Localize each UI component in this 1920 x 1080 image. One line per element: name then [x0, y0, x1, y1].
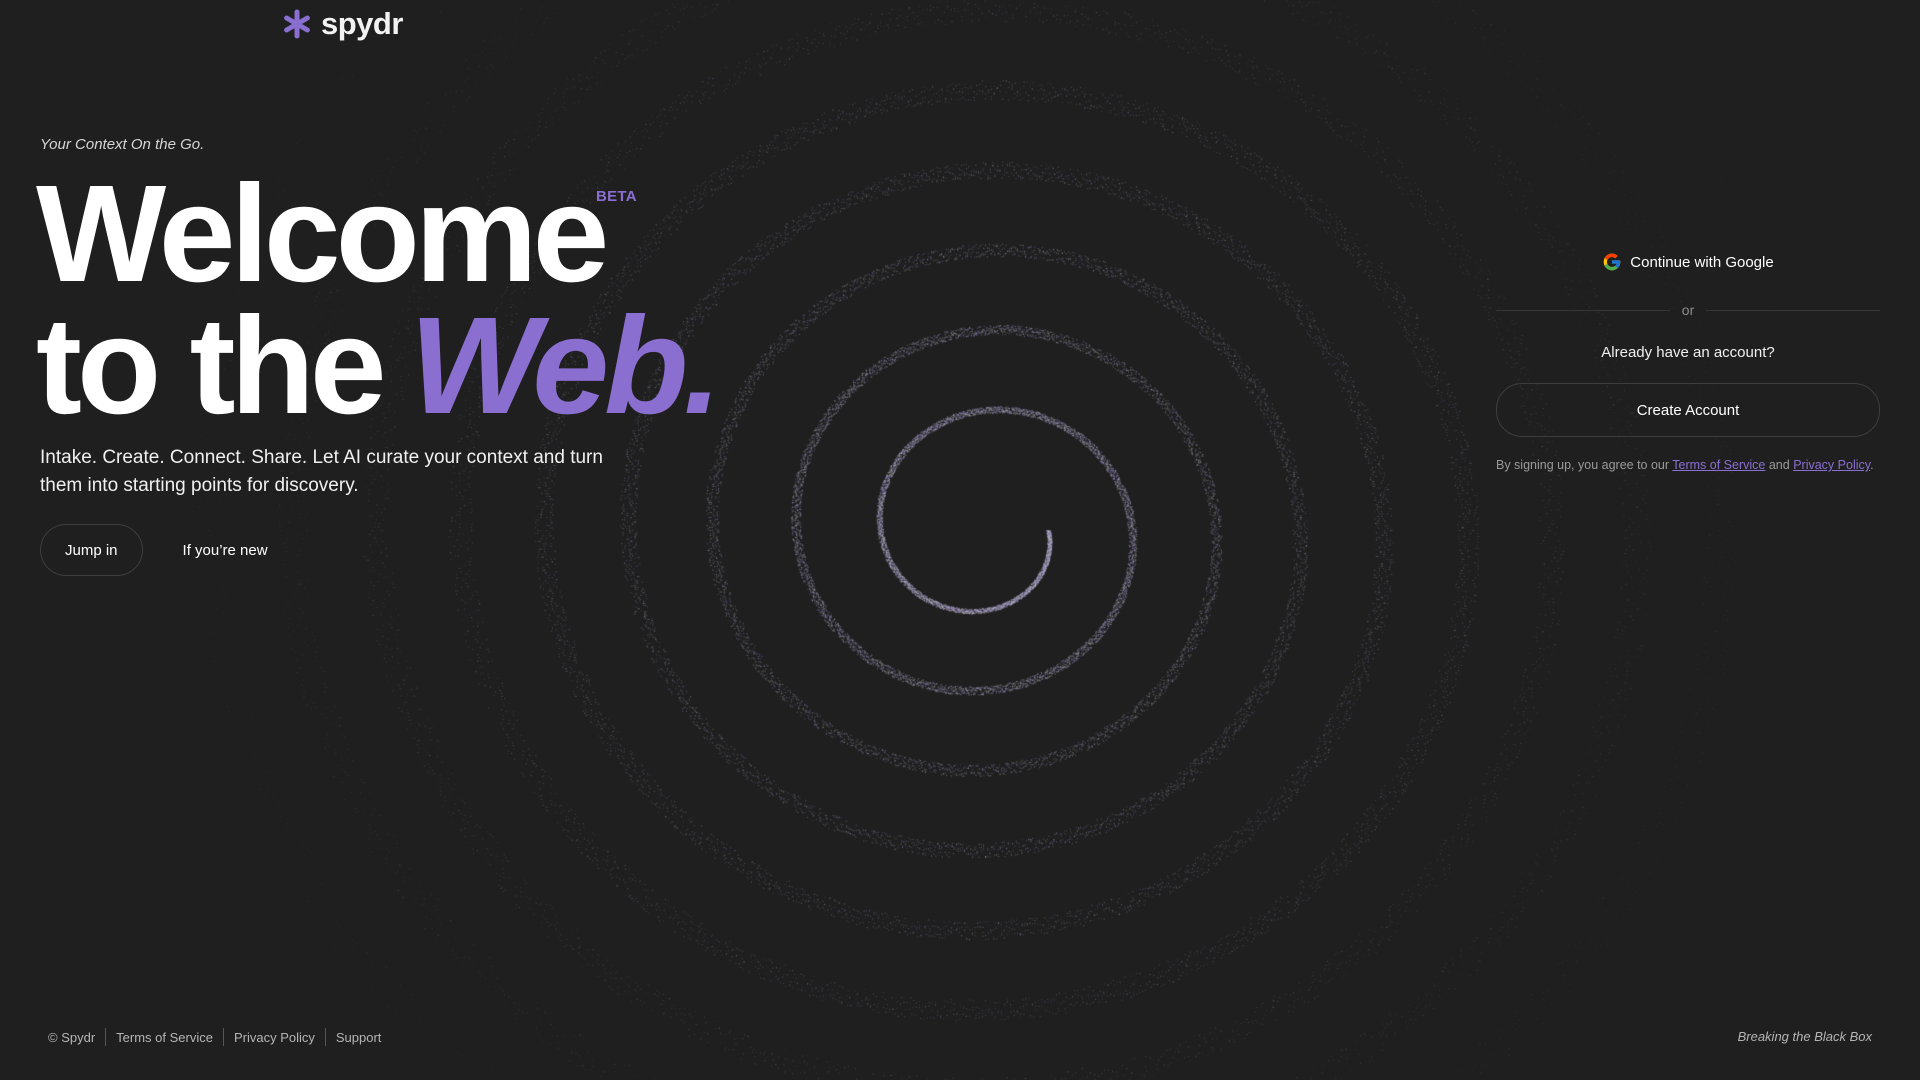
legal-prefix: By signing up, you agree to our	[1496, 458, 1670, 472]
footer-separator	[222, 1028, 224, 1046]
create-account-button[interactable]: Create Account	[1496, 383, 1880, 437]
footer-support-link[interactable]: Support	[336, 1030, 382, 1045]
legal-suffix: .	[1870, 458, 1874, 472]
or-divider: or	[1496, 302, 1881, 318]
footer-separator	[324, 1028, 326, 1046]
footer-copyright: © Spydr	[48, 1029, 96, 1045]
asterisk-logo-icon	[284, 9, 310, 39]
legal-notice: By signing up, you agree to our Terms of…	[1496, 457, 1880, 473]
footer-privacy-link[interactable]: Privacy Policy	[234, 1030, 315, 1045]
have-account-link[interactable]: Already have an account?	[1496, 344, 1880, 361]
footer-slogan: Breaking the Black Box	[1737, 1029, 1872, 1044]
divider-line-left	[1496, 309, 1670, 311]
hero-heading: Welcome to the Web. BETA	[36, 165, 722, 435]
continue-with-google-button[interactable]: Continue with Google	[1496, 240, 1880, 284]
brand-logo[interactable]: spydr	[281, 6, 403, 42]
footer-terms-link[interactable]: Terms of Service	[116, 1030, 213, 1045]
privacy-policy-link[interactable]: Privacy Policy	[1793, 458, 1870, 472]
divider-text: or	[1681, 302, 1695, 318]
jump-in-button[interactable]: Jump in	[40, 524, 143, 576]
hero-accent-word: Web.	[409, 289, 722, 443]
divider-line-right	[1706, 309, 1881, 311]
beta-badge: BETA	[596, 188, 637, 205]
landing-page: spydr Your Context On the Go. Welcome to…	[0, 0, 1920, 1080]
hero-subtitle: Intake. Create. Connect. Share. Let AI c…	[40, 447, 603, 496]
google-button-label: Continue with Google	[1630, 253, 1774, 271]
terms-of-service-link[interactable]: Terms of Service	[1672, 458, 1765, 472]
legal-and: and	[1768, 458, 1790, 472]
cta-row: Jump in If you’re new	[40, 524, 292, 576]
google-icon	[1603, 253, 1621, 271]
auth-panel: Continue with Google or Already have an …	[1496, 240, 1881, 473]
if-new-button[interactable]: If you’re new	[159, 524, 292, 576]
tagline: Your Context On the Go.	[40, 136, 205, 153]
brand-name: spydr	[321, 6, 403, 41]
footer-nav: © Spydr Terms of Service Privacy Policy …	[48, 1028, 381, 1046]
footer-separator	[105, 1028, 107, 1046]
hero-line-2: to the Web.	[36, 297, 722, 435]
hero-line-2-prefix: to the	[36, 289, 387, 443]
